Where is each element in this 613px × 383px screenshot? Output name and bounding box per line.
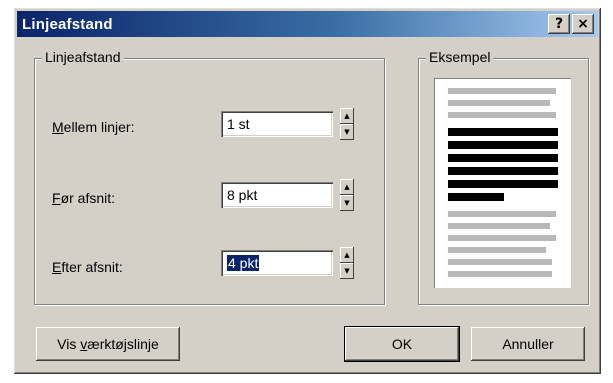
after-paragraph-label-access: E bbox=[52, 259, 62, 275]
spin-down-icon[interactable]: ▼ bbox=[340, 124, 354, 140]
spin-up-icon[interactable]: ▲ bbox=[340, 247, 354, 263]
between-lines-label-rest: ellem linjer: bbox=[63, 119, 135, 135]
preview-line bbox=[448, 247, 546, 253]
before-paragraph-label-rest: ør afsnit: bbox=[60, 190, 116, 206]
window-title: Linjeafstand bbox=[22, 15, 113, 33]
spacing-group-legend: Linjeafstand bbox=[42, 49, 124, 65]
preview-line bbox=[448, 211, 556, 217]
between-lines-input[interactable]: 1 st bbox=[221, 111, 333, 137]
spacing-groupbox: Linjeafstand Mellem linjer: 1 st ▲ ▼ Før… bbox=[34, 49, 385, 305]
cancel-button[interactable]: Annuller bbox=[471, 327, 585, 361]
example-preview bbox=[434, 78, 571, 288]
preview-selected-line bbox=[448, 154, 558, 162]
before-paragraph-label-access: F bbox=[52, 190, 61, 206]
preview-selected-line bbox=[448, 141, 558, 149]
after-paragraph-label: Efter afsnit: bbox=[52, 259, 123, 275]
after-paragraph-value: 4 pkt bbox=[227, 255, 260, 271]
title-bar[interactable]: Linjeafstand ? × bbox=[17, 11, 598, 37]
after-paragraph-spinner[interactable]: ▲ ▼ bbox=[340, 247, 354, 279]
preview-line bbox=[448, 271, 552, 277]
before-paragraph-value: 8 pkt bbox=[227, 187, 258, 203]
preview-line bbox=[448, 88, 556, 94]
line-spacing-dialog: Linjeafstand ? × Linjeafstand Mellem lin… bbox=[13, 7, 602, 375]
ok-button[interactable]: OK bbox=[344, 326, 460, 362]
close-icon: × bbox=[577, 16, 589, 32]
help-button[interactable]: ? bbox=[548, 14, 570, 34]
before-paragraph-spinner[interactable]: ▲ ▼ bbox=[340, 179, 354, 211]
preview-line bbox=[448, 100, 550, 106]
cancel-button-label: Annuller bbox=[502, 336, 554, 352]
between-lines-label: Mellem linjer: bbox=[52, 119, 134, 135]
example-group-legend: Eksempel bbox=[426, 49, 494, 65]
show-toolbar-label-post: ærktøjslinje bbox=[87, 336, 159, 352]
preview-line bbox=[448, 223, 550, 229]
spin-down-icon[interactable]: ▼ bbox=[340, 195, 354, 211]
before-paragraph-input[interactable]: 8 pkt bbox=[221, 182, 333, 208]
after-paragraph-input[interactable]: 4 pkt bbox=[221, 250, 333, 276]
preview-selected-line bbox=[448, 128, 558, 136]
spin-up-icon[interactable]: ▲ bbox=[340, 179, 354, 195]
spin-up-icon[interactable]: ▲ bbox=[340, 108, 354, 124]
help-icon: ? bbox=[554, 16, 564, 32]
between-lines-spinner[interactable]: ▲ ▼ bbox=[340, 108, 354, 140]
ok-button-label: OK bbox=[391, 336, 413, 352]
preview-line bbox=[448, 112, 556, 118]
preview-line bbox=[448, 259, 552, 265]
after-paragraph-label-rest: fter afsnit: bbox=[61, 259, 123, 275]
preview-selected-line bbox=[448, 180, 558, 188]
preview-selected-line bbox=[448, 167, 558, 175]
before-paragraph-label: Før afsnit: bbox=[52, 190, 115, 206]
spin-down-icon[interactable]: ▼ bbox=[340, 263, 354, 279]
between-lines-label-access: M bbox=[52, 119, 64, 135]
show-toolbar-button[interactable]: Vis værktøjslinje bbox=[36, 327, 180, 361]
preview-selected-line bbox=[448, 193, 504, 201]
close-button[interactable]: × bbox=[572, 14, 594, 34]
show-toolbar-label-pre: Vis bbox=[57, 336, 81, 352]
between-lines-value: 1 st bbox=[227, 116, 250, 132]
preview-line bbox=[448, 235, 556, 241]
